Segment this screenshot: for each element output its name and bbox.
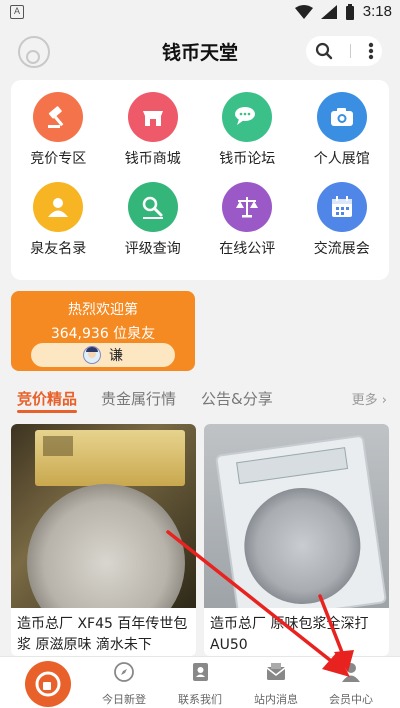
calendar-icon [316, 182, 367, 232]
coin-slab [214, 434, 388, 608]
mail-icon [266, 663, 286, 680]
chat-icon [222, 92, 273, 142]
nav-today-new[interactable]: 今日新登 [84, 661, 164, 707]
welcome-line-2: 364,936 位泉友 [50, 326, 156, 342]
app-header: 钱币天堂 [0, 24, 400, 78]
wifi-icon [294, 4, 313, 19]
product-image [11, 424, 196, 608]
grid-item-label: 评级查询 [124, 241, 181, 257]
grid-item-label: 泉友名录 [30, 241, 87, 257]
battery-icon [345, 3, 354, 20]
more-label: 更多 [351, 393, 378, 408]
grid-item-review[interactable]: 在线公评 [200, 182, 295, 272]
grid-item-label: 竞价专区 [30, 151, 87, 167]
grid-item-label: 交流展会 [313, 241, 370, 257]
product-image [204, 424, 389, 608]
app-notification-icon: A [10, 5, 24, 19]
product-title: 造币总厂 XF45 百年传世包浆 原滋原味 滴水未下 [17, 616, 188, 653]
welcome-banner: 热烈欢迎第 364,936 位泉友 谦 [11, 291, 195, 371]
grid-item-label: 钱币论坛 [219, 151, 276, 167]
nav-contact[interactable]: 联系我们 [160, 661, 240, 707]
more-vertical-icon[interactable] [368, 42, 374, 60]
tab-active-indicator [17, 410, 77, 413]
grid-item-gallery[interactable]: 个人展馆 [295, 92, 390, 182]
status-bar: A 3:18 [0, 0, 400, 24]
grid-item-label: 个人展馆 [313, 151, 370, 167]
nav-messages[interactable]: 站内消息 [236, 661, 316, 707]
grading-label [35, 430, 185, 486]
grid-item-auction[interactable]: 竞价专区 [11, 92, 106, 182]
welcome-line-1: 热烈欢迎第 [68, 302, 138, 318]
grid-item-grading[interactable]: 评级查询 [106, 182, 201, 272]
tab-announcement[interactable]: 公告&分享 [201, 388, 273, 409]
username: 谦 [109, 348, 123, 364]
coin-image [27, 484, 185, 608]
tab-precious-metal[interactable]: 贵金属行情 [101, 388, 176, 409]
status-icons: 3:18 [294, 3, 392, 20]
more-link[interactable]: 更多 › [352, 389, 387, 408]
compass-icon [114, 662, 134, 682]
grid-item-label: 钱币商城 [124, 151, 181, 167]
grid-item-expo[interactable]: 交流展会 [295, 182, 390, 272]
home-logo-icon [35, 671, 61, 697]
user-profile-pill[interactable]: 谦 [31, 343, 175, 367]
contact-icon [33, 182, 84, 232]
grading-label [236, 447, 349, 485]
nav-label: 会员中心 [329, 693, 373, 706]
grid-item-mall[interactable]: 钱币商城 [106, 92, 201, 182]
grid-item-label: 在线公评 [219, 241, 276, 257]
camera-icon [316, 92, 367, 142]
store-icon [127, 92, 178, 142]
product-title: 造币总厂 原味包浆全深打 AU50 [210, 616, 369, 653]
bottom-nav: 今日新登 联系我们 站内消息 会员中心 [0, 656, 400, 708]
clock: 3:18 [362, 3, 392, 20]
divider [349, 44, 351, 58]
scales-icon [222, 182, 273, 232]
avatar [83, 346, 101, 364]
contact-book-icon [193, 663, 208, 681]
nav-home-button[interactable] [25, 661, 71, 707]
search-icon[interactable] [315, 42, 333, 60]
nav-label: 今日新登 [102, 693, 146, 706]
product-card[interactable]: 造币总厂 XF45 百年传世包浆 原滋原味 滴水未下 [11, 424, 196, 656]
content-tabs: 竞价精品 贵金属行情 公告&分享 更多 › [17, 388, 387, 413]
nav-member-center[interactable]: 会员中心 [311, 661, 391, 707]
coin-image [236, 480, 368, 608]
grid-item-directory[interactable]: 泉友名录 [11, 182, 106, 272]
grid-item-forum[interactable]: 钱币论坛 [200, 92, 295, 182]
header-actions [306, 36, 382, 66]
tab-auction-featured[interactable]: 竞价精品 [17, 388, 77, 409]
signal-icon [320, 4, 337, 19]
search-person-icon [127, 182, 178, 232]
nav-label: 站内消息 [254, 693, 298, 706]
user-icon [342, 663, 360, 682]
feature-grid: 竞价专区 钱币商城 钱币论坛 个人展馆 泉友名录 评级查询 在线公评 交流展会 [11, 80, 389, 280]
nav-label: 联系我们 [178, 693, 222, 706]
chevron-right-icon: › [381, 393, 387, 408]
product-card[interactable]: 造币总厂 原味包浆全深打 AU50 [204, 424, 389, 656]
gavel-icon [33, 92, 84, 142]
